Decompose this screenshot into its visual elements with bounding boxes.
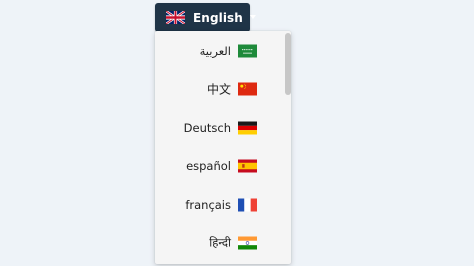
china-flag-icon <box>238 82 257 96</box>
scrollbar-thumb[interactable] <box>285 33 291 95</box>
language-option-german[interactable]: Deutsch <box>155 113 283 143</box>
dropdown-scrollbar[interactable] <box>285 31 291 264</box>
language-option-chinese[interactable]: 中文 <box>155 74 283 104</box>
language-dropdown-menu: العربية 中文 Deutsch español français हिन्… <box>155 31 291 264</box>
language-option-label: العربية <box>199 44 231 58</box>
language-option-hindi[interactable]: हिन्दी <box>155 228 283 258</box>
spain-flag-icon <box>238 159 257 173</box>
language-option-label: हिन्दी <box>209 235 231 250</box>
language-option-label: français <box>185 198 231 212</box>
france-flag-icon <box>238 198 257 212</box>
language-option-label: español <box>186 159 231 173</box>
india-flag-icon <box>238 236 257 250</box>
language-selector-button[interactable]: English <box>155 3 256 32</box>
language-option-spanish[interactable]: español <box>155 151 283 181</box>
language-option-arabic[interactable]: العربية <box>155 36 283 66</box>
uk-flag-icon <box>166 11 185 24</box>
language-option-label: 中文 <box>206 82 231 97</box>
saudi-arabia-flag-icon <box>238 44 257 58</box>
germany-flag-icon <box>238 121 257 135</box>
language-selector-label: English <box>193 10 243 25</box>
language-option-french[interactable]: français <box>155 190 283 220</box>
language-option-label: Deutsch <box>183 121 231 135</box>
chevron-down-icon <box>249 14 256 19</box>
